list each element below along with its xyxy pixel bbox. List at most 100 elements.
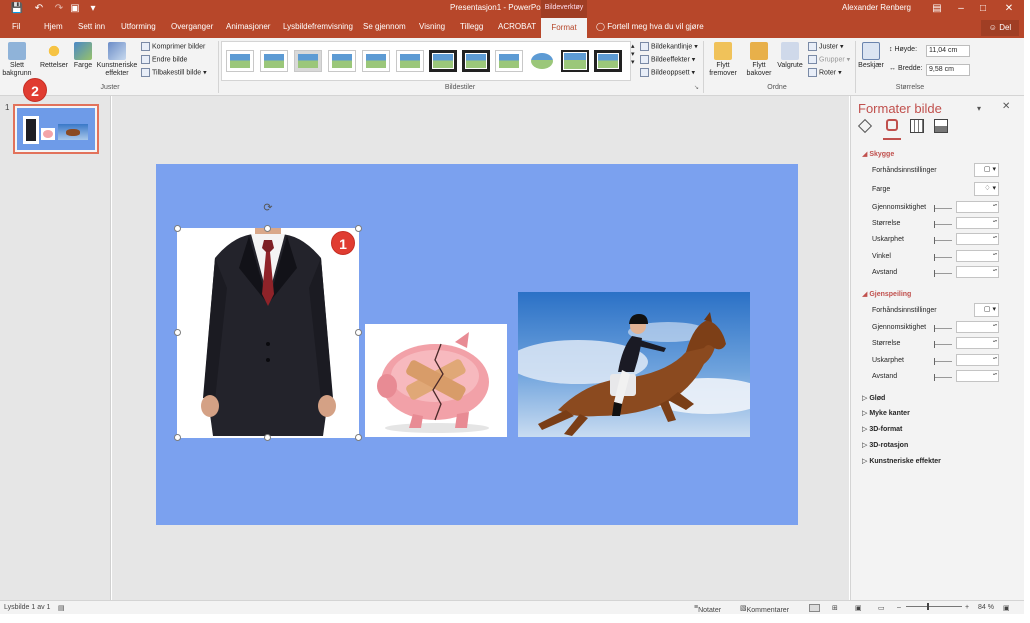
reflection-transparency-input[interactable] (956, 321, 999, 333)
picture-style-7[interactable] (429, 50, 457, 72)
fill-line-icon[interactable] (857, 118, 873, 134)
tell-me-search[interactable]: ◯ Fortell meg hva du vil gjøre (596, 22, 704, 31)
zoom-slider-thumb[interactable] (927, 603, 929, 610)
resize-handle-top-left[interactable] (174, 225, 181, 232)
tab-design[interactable]: Utforming (121, 22, 156, 31)
tab-format[interactable]: Format (541, 18, 587, 38)
picture-style-1[interactable] (226, 50, 254, 72)
dialog-launcher-icon[interactable]: ↘ (694, 84, 699, 91)
bring-forward-button[interactable]: Flytt fremover (705, 42, 741, 78)
reading-view-icon[interactable]: ▣ (855, 604, 862, 612)
resize-handle-bottom[interactable] (264, 434, 271, 441)
pane-options-icon[interactable]: ▾ (977, 104, 981, 113)
tab-view[interactable]: Visning (419, 22, 445, 31)
crop-button[interactable]: Beskjær (857, 42, 885, 70)
picture-businessman-suit[interactable] (177, 228, 359, 438)
shadow-transparency-slider[interactable] (934, 205, 952, 212)
picture-style-5[interactable] (362, 50, 390, 72)
color-button[interactable]: Farge (71, 42, 95, 70)
zoom-slider[interactable] (906, 606, 962, 607)
section-artistic-effects[interactable]: ▷ Kunstneriske effekter (862, 457, 941, 465)
picture-style-11[interactable] (561, 50, 589, 72)
reset-picture-button[interactable]: Tilbakestill bilde ▾ (141, 68, 207, 77)
picture-style-10[interactable] (528, 50, 556, 72)
fit-to-window-icon[interactable]: ▣ (1003, 604, 1010, 612)
picture-layout-button[interactable]: Bildeoppsett ▾ (640, 68, 695, 77)
close-icon[interactable]: ✕ (996, 0, 1022, 18)
shadow-transparency-input[interactable] (956, 201, 999, 213)
shadow-distance-input[interactable] (956, 266, 999, 278)
resize-handle-bottom-left[interactable] (174, 434, 181, 441)
section-3d-format[interactable]: ▷ 3D-format (862, 425, 902, 433)
picture-style-2[interactable] (260, 50, 288, 72)
shadow-blur-input[interactable] (956, 233, 999, 245)
resize-handle-top-right[interactable] (355, 225, 362, 232)
shadow-blur-slider[interactable] (934, 237, 952, 244)
section-reflection[interactable]: ◢ Gjenspeiling (862, 290, 911, 298)
picture-style-8[interactable] (462, 50, 490, 72)
tab-addins[interactable]: Tillegg (460, 22, 483, 31)
remove-background-button[interactable]: Slett bakgrunn (2, 42, 32, 78)
section-shadow[interactable]: ◢ Skygge (862, 150, 894, 158)
compress-pictures-button[interactable]: Komprimer bilder (141, 42, 205, 51)
notes-button[interactable]: ≡ Notater (694, 604, 721, 614)
normal-view-icon[interactable] (809, 604, 820, 612)
reflection-size-input[interactable] (956, 337, 999, 349)
picture-broken-piggy-bank[interactable] (365, 324, 507, 437)
customize-toolbar-icon[interactable]: ▾ (80, 0, 106, 18)
slide-thumbnail[interactable] (13, 104, 99, 154)
size-properties-icon[interactable] (910, 119, 924, 133)
selection-pane-button[interactable]: Valgrute (776, 42, 804, 70)
zoom-level[interactable]: 84 % (978, 604, 994, 611)
align-button[interactable]: Juster ▾ (808, 42, 844, 51)
send-backward-button[interactable]: Flytt bakover (742, 42, 776, 78)
zoom-out-icon[interactable]: – (897, 604, 901, 611)
section-glow[interactable]: ▷ Glød (862, 394, 885, 402)
picture-effects-button[interactable]: Bildeeffekter ▾ (640, 55, 695, 64)
picture-style-9[interactable] (495, 50, 523, 72)
picture-style-6[interactable] (396, 50, 424, 72)
shadow-color-dropdown[interactable]: ♢ ▾ (974, 182, 999, 196)
rotate-handle-icon[interactable]: ⟳ (262, 202, 274, 214)
tab-review[interactable]: Se gjennom (363, 22, 406, 31)
resize-handle-top[interactable] (264, 225, 271, 232)
shadow-size-input[interactable] (956, 217, 999, 229)
change-picture-button[interactable]: Endre bilde (141, 55, 187, 64)
resize-handle-right[interactable] (355, 329, 362, 336)
shadow-size-slider[interactable] (934, 221, 952, 228)
picture-border-button[interactable]: Bildekantlinje ▾ (640, 42, 698, 51)
maximize-icon[interactable]: □ (970, 0, 996, 18)
shadow-angle-input[interactable] (956, 250, 999, 262)
slideshow-view-icon[interactable]: ▭ (878, 604, 885, 612)
shadow-presets-dropdown[interactable]: ▢ ▾ (974, 163, 999, 177)
width-field[interactable]: 9,58 cm (926, 64, 970, 76)
group-button[interactable]: Grupper ▾ (808, 55, 850, 64)
artistic-effects-button[interactable]: Kunstneriske effekter (96, 42, 138, 78)
reflection-distance-input[interactable] (956, 370, 999, 382)
user-name[interactable]: Alexander Renberg (842, 3, 911, 12)
picture-style-3[interactable] (294, 50, 322, 72)
comments-button[interactable]: ▧ Kommentarer (740, 604, 789, 614)
pane-close-icon[interactable]: ✕ (1002, 101, 1010, 112)
effects-icon[interactable] (886, 119, 898, 131)
ribbon-options-icon[interactable]: ▤ (924, 0, 950, 18)
picture-style-12[interactable] (594, 50, 622, 72)
shadow-angle-slider[interactable] (934, 254, 952, 261)
section-3d-rotation[interactable]: ▷ 3D-rotasjon (862, 441, 908, 449)
resize-handle-bottom-right[interactable] (355, 434, 362, 441)
corrections-button[interactable]: Rettelser (38, 42, 70, 70)
zoom-in-icon[interactable]: + (965, 604, 969, 611)
tab-file[interactable]: Fil (12, 22, 20, 31)
resize-handle-left[interactable] (174, 329, 181, 336)
reflection-distance-slider[interactable] (934, 374, 952, 381)
reflection-blur-input[interactable] (956, 354, 999, 366)
tab-insert[interactable]: Sett inn (78, 22, 105, 31)
reflection-presets-dropdown[interactable]: ▢ ▾ (974, 303, 999, 317)
height-field[interactable]: 11,04 cm (926, 45, 970, 57)
tab-transitions[interactable]: Overganger (171, 22, 213, 31)
picture-style-4[interactable] (328, 50, 356, 72)
section-soft-edges[interactable]: ▷ Myke kanter (862, 409, 910, 417)
shadow-distance-slider[interactable] (934, 270, 952, 277)
share-button[interactable]: ☺ Del (981, 20, 1019, 36)
tab-home[interactable]: Hjem (44, 22, 63, 31)
